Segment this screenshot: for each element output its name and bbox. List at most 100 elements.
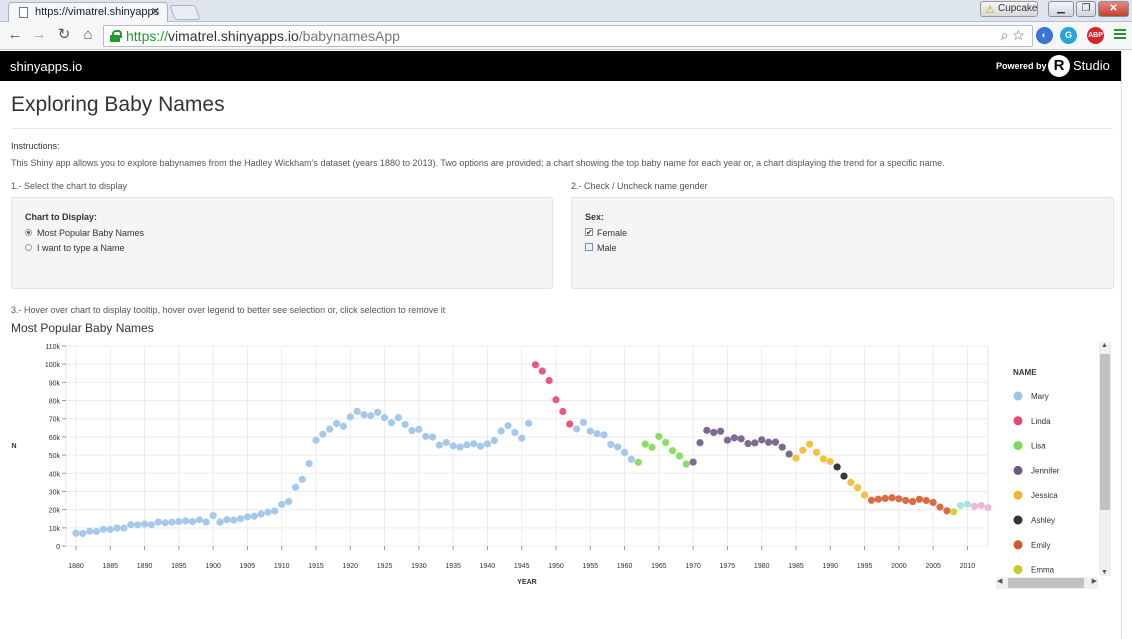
profile-badge[interactable]: ⚠ Cupcake bbox=[980, 1, 1038, 17]
legend-vertical-scrollbar[interactable]: ▲ ▼ bbox=[1099, 342, 1111, 576]
new-tab-button[interactable] bbox=[169, 5, 201, 20]
data-point bbox=[620, 448, 629, 457]
radio-button-selected[interactable] bbox=[25, 229, 32, 236]
data-point bbox=[888, 494, 896, 502]
legend-marker[interactable] bbox=[1013, 540, 1023, 550]
page-title: Exploring Baby Names bbox=[11, 93, 225, 116]
adblock-icon[interactable]: ABP bbox=[1087, 27, 1104, 44]
home-icon[interactable]: ⌂ bbox=[79, 26, 97, 44]
y-tick-label: 40k bbox=[49, 471, 61, 478]
omnibox-tools: ⌕☆ bbox=[1001, 27, 1028, 44]
data-point bbox=[977, 501, 985, 510]
extension-blue-icon[interactable]: ◐ bbox=[1036, 27, 1053, 44]
x-tick-label: 1975 bbox=[720, 563, 736, 570]
scroll-left-icon[interactable]: ◀ bbox=[997, 577, 1002, 585]
legend-marker[interactable] bbox=[1013, 391, 1023, 401]
legend-item-label[interactable]: Lisa bbox=[1031, 442, 1046, 451]
minimize-button[interactable]: ▁ bbox=[1048, 1, 1074, 17]
rstudio-logo-icon[interactable]: R bbox=[1048, 55, 1070, 77]
checkbox-male[interactable]: Male bbox=[585, 243, 617, 253]
legend-item-label[interactable]: Linda bbox=[1031, 417, 1051, 426]
data-point bbox=[415, 425, 423, 433]
address-bar[interactable]: https://vimatrel.shinyapps.io/babynamesA… bbox=[103, 25, 1033, 47]
data-point bbox=[874, 495, 882, 503]
radio-button[interactable] bbox=[25, 244, 32, 251]
legend-item-label[interactable]: Ashley bbox=[1031, 516, 1055, 525]
legend-marker[interactable] bbox=[1013, 515, 1023, 525]
radio-type-name[interactable]: I want to type a Name bbox=[25, 243, 125, 253]
legend-marker[interactable] bbox=[1013, 465, 1023, 475]
scroll-down-icon[interactable]: ▼ bbox=[1101, 569, 1108, 576]
data-point bbox=[826, 457, 834, 466]
data-point bbox=[99, 525, 108, 533]
legend-item-label[interactable]: Emily bbox=[1031, 541, 1051, 550]
data-point bbox=[175, 517, 183, 526]
scroll-up-icon[interactable]: ▲ bbox=[1101, 342, 1108, 349]
checkbox-checked[interactable]: ✔ bbox=[585, 228, 593, 237]
x-tick-label: 1965 bbox=[651, 563, 667, 570]
data-point bbox=[833, 463, 841, 471]
data-point bbox=[689, 458, 697, 466]
x-tick-label: 1960 bbox=[617, 563, 633, 570]
radio-most-popular[interactable]: Most Popular Baby Names bbox=[25, 228, 144, 238]
data-point bbox=[696, 439, 704, 447]
profile-badge-label: Cupcake bbox=[998, 3, 1038, 14]
data-point bbox=[668, 447, 677, 455]
legend-scroll-thumb[interactable] bbox=[1100, 354, 1110, 510]
x-tick-label: 1905 bbox=[240, 563, 256, 570]
legend-marker[interactable] bbox=[1013, 565, 1023, 575]
forward-arrow-icon[interactable]: → bbox=[30, 26, 48, 44]
y-tick-label: 0 bbox=[56, 544, 60, 551]
window-close-button[interactable]: ✕ bbox=[1098, 1, 1129, 17]
sex-filter-label: Sex: bbox=[585, 212, 605, 222]
browser-menu-icon[interactable] bbox=[1114, 29, 1126, 40]
maximize-button[interactable]: ❐ bbox=[1076, 1, 1096, 17]
bookmark-star-icon[interactable]: ☆ bbox=[1013, 27, 1028, 43]
data-point bbox=[716, 427, 725, 435]
data-point bbox=[840, 472, 848, 480]
back-arrow-icon[interactable]: ← bbox=[6, 26, 24, 44]
data-point bbox=[209, 512, 217, 520]
legend-marker[interactable] bbox=[1013, 416, 1023, 426]
y-tick-label: 60k bbox=[49, 435, 61, 442]
legend-item-label[interactable]: Emma bbox=[1031, 566, 1055, 575]
data-point bbox=[380, 414, 389, 422]
x-tick-label: 1940 bbox=[480, 563, 496, 570]
page-scrollbar[interactable] bbox=[1121, 51, 1132, 639]
chart-selector-label: Chart to Display: bbox=[25, 212, 98, 222]
browser-tab[interactable]: https://vimatrel.shinyapps ✕ bbox=[8, 2, 168, 22]
y-tick-label: 110k bbox=[45, 344, 60, 351]
legend-marker[interactable] bbox=[1013, 441, 1023, 451]
data-point bbox=[984, 504, 992, 512]
data-point bbox=[236, 515, 245, 523]
legend-item-label[interactable]: Jessica bbox=[1031, 491, 1058, 500]
data-point bbox=[778, 443, 786, 451]
x-tick-label: 1945 bbox=[514, 563, 530, 570]
tab-close-icon[interactable]: ✕ bbox=[151, 5, 160, 18]
data-point bbox=[545, 376, 553, 385]
data-point bbox=[230, 516, 238, 524]
scroll-right-icon[interactable]: ▶ bbox=[1092, 577, 1097, 585]
y-tick-label: 50k bbox=[49, 453, 61, 460]
reload-icon[interactable]: ↻ bbox=[55, 26, 73, 44]
search-icon[interactable]: ⌕ bbox=[1001, 27, 1013, 43]
x-tick-label: 2005 bbox=[925, 563, 941, 570]
data-point bbox=[346, 413, 354, 421]
data-point bbox=[140, 520, 149, 528]
warning-icon: ⚠ bbox=[985, 4, 995, 16]
data-point bbox=[538, 367, 546, 375]
data-point bbox=[552, 396, 560, 404]
shinyapps-brand[interactable]: shinyapps.io bbox=[10, 59, 82, 74]
checkbox-unchecked[interactable] bbox=[585, 243, 593, 251]
data-point bbox=[387, 419, 396, 427]
legend-marker[interactable] bbox=[1013, 490, 1023, 500]
baby-names-chart[interactable]: 0 10k 20k 30k 40k 50k 60k 70k 80k 90k 100k 110k 1880… bbox=[0, 336, 1120, 591]
checkbox-female[interactable]: ✔ Female bbox=[585, 228, 627, 238]
data-point bbox=[504, 422, 512, 430]
y-tick-label: 20k bbox=[49, 508, 61, 515]
legend-item-label[interactable]: Mary bbox=[1031, 392, 1049, 401]
legend-item-label[interactable]: Jennifer bbox=[1031, 466, 1060, 475]
legend-horizontal-scrollbar[interactable]: ◀ ▶ bbox=[996, 577, 1098, 589]
legend-hscroll-thumb[interactable] bbox=[1008, 578, 1084, 588]
extension-g-icon[interactable]: G bbox=[1060, 27, 1077, 44]
